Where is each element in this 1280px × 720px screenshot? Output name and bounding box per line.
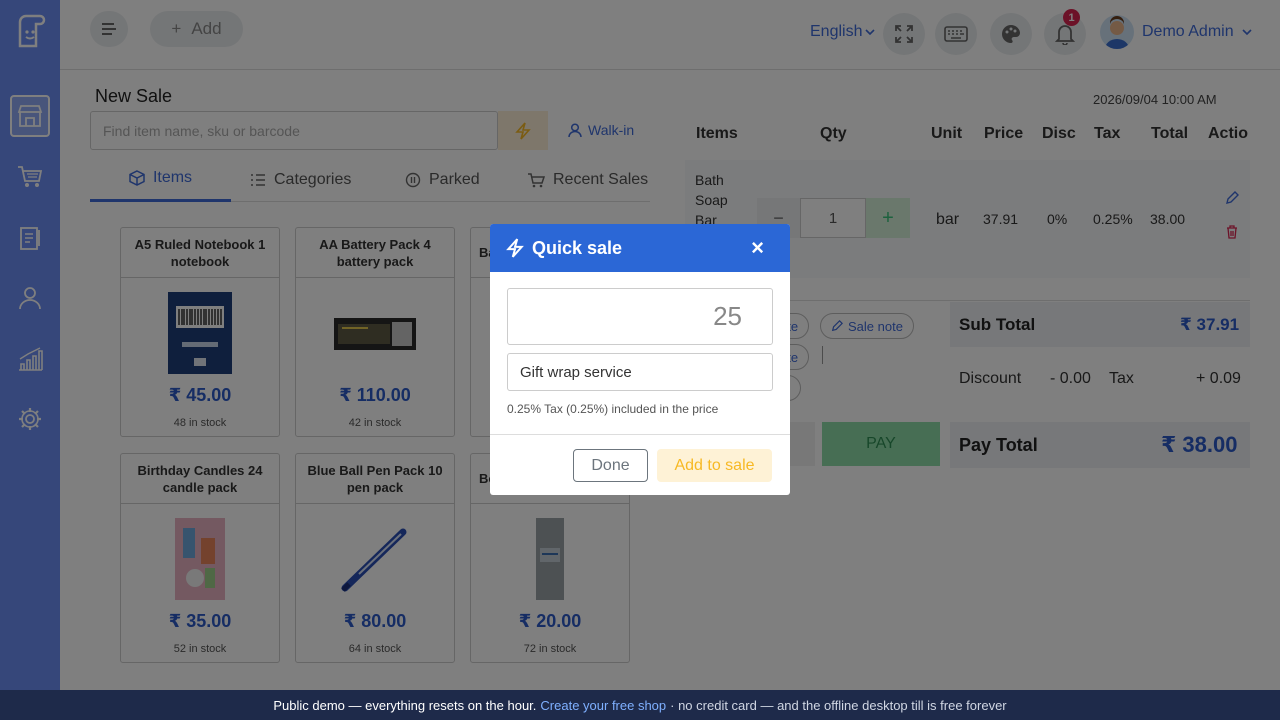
quick-sale-modal: Quick sale × 0.25% Tax (0.25%) included … [490, 224, 790, 495]
done-button[interactable]: Done [573, 449, 648, 482]
modal-title: Quick sale [532, 237, 623, 258]
amount-input[interactable] [507, 288, 773, 345]
banner-rest: · no credit card — and the offline deskt… [670, 697, 1007, 713]
banner-text: Public demo — everything resets on the h… [273, 697, 537, 713]
tax-note: 0.25% Tax (0.25%) included in the price [507, 402, 719, 416]
modal-footer: Done Add to sale [490, 434, 790, 495]
create-shop-link[interactable]: Create your free shop [540, 698, 666, 713]
add-to-sale-button[interactable]: Add to sale [657, 449, 772, 482]
description-input[interactable] [507, 353, 773, 391]
close-icon[interactable]: × [751, 237, 764, 259]
modal-header: Quick sale × [490, 224, 790, 272]
lightning-icon [506, 238, 524, 258]
demo-banner: Public demo — everything resets on the h… [0, 690, 1280, 720]
